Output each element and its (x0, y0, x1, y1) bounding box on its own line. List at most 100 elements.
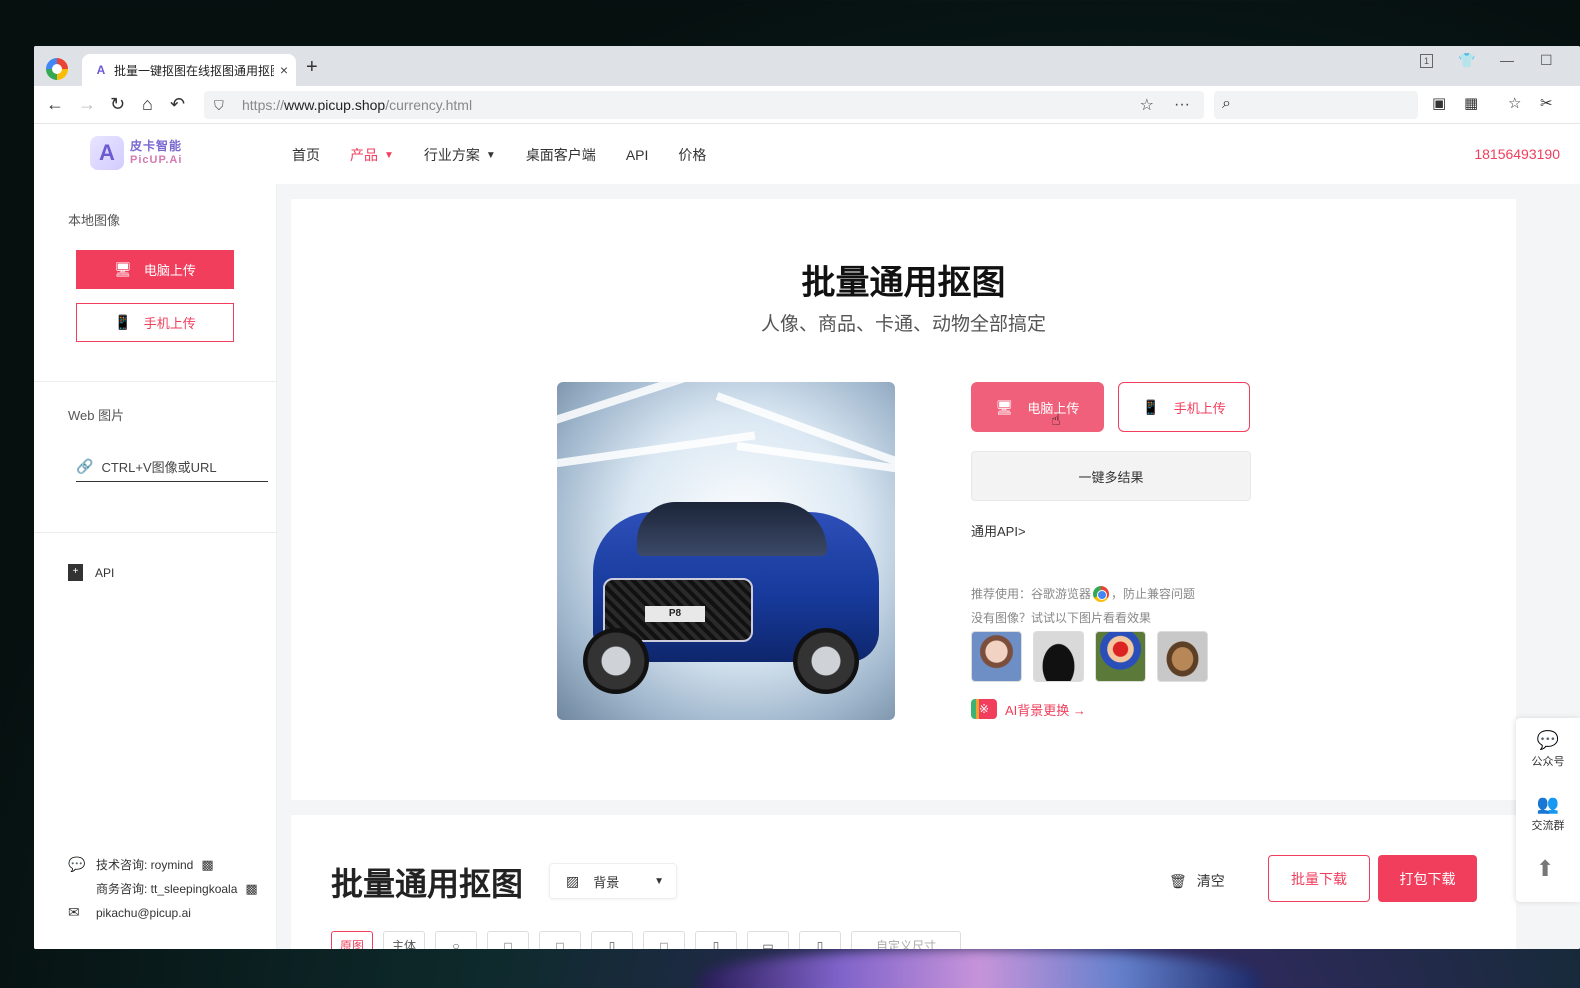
chip-ratio[interactable]: ▯ (695, 931, 737, 949)
chip-ratio[interactable]: □ (643, 931, 685, 949)
chip-ratio[interactable]: ▯ (799, 931, 841, 949)
home-icon[interactable]: ⌂ (142, 94, 153, 114)
browser-toolbar: ← → ↻ ⌂ ↶ ⛉ https:// www.picup.shop /cur… (34, 86, 1580, 124)
caret-down-icon: ▼ (485, 149, 496, 161)
chip-subject[interactable]: 主体 (383, 931, 425, 949)
nav-solutions[interactable]: 行业方案 ▼ (424, 145, 496, 165)
sample-mario-thumbnail[interactable] (1095, 631, 1146, 682)
phone-icon: 📱 (114, 314, 132, 330)
back-icon[interactable]: ← (46, 94, 64, 114)
email-contact: ✉ pikachu@picup.ai (68, 904, 191, 920)
phone-icon: 📱 (1142, 398, 1160, 415)
sidebar-mobile-upload-button[interactable]: 📱 手机上传 (76, 303, 234, 342)
site-logo[interactable]: A 皮卡智能 PicUP.Ai (90, 136, 182, 170)
more-icon[interactable]: ··· (1174, 96, 1190, 114)
sidebar-pc-upload-button[interactable]: 🖥 电脑上传 (76, 250, 234, 289)
browser-tab[interactable]: A 批量一键抠图在线抠图通用抠图 × (82, 54, 296, 86)
chip-original[interactable]: 原图 (331, 931, 373, 949)
url-scheme: https:// (242, 97, 285, 113)
forward-icon[interactable]: → (78, 94, 96, 114)
sample-girl-thumbnail[interactable] (971, 631, 1022, 682)
nav-desktop-client[interactable]: 桌面客户端 (526, 145, 596, 165)
sidebar-api-link[interactable]: + API (68, 564, 114, 581)
chip-circle[interactable]: ○ (435, 931, 477, 949)
new-tab-button[interactable]: + (306, 57, 318, 77)
nav-pricing[interactable]: 价格 (678, 145, 706, 165)
chip-square[interactable]: □ (487, 931, 529, 949)
window-count-badge[interactable]: 1 (1420, 54, 1433, 68)
chip-ratio[interactable]: ▭ (747, 931, 789, 949)
url-path: /currency.html (385, 97, 473, 113)
pack-download-button[interactable]: 打包下载 (1378, 855, 1477, 902)
minimize-icon[interactable]: — (1500, 52, 1514, 68)
nav-products[interactable]: 产品 ▼ (350, 145, 394, 165)
tech-contact: 💬 技术咨询: roymind ▩ (68, 856, 215, 872)
tab-title: 批量一键抠图在线抠图通用抠图 (114, 63, 274, 78)
logo-en: PicUP.Ai (130, 154, 183, 166)
browser-recommendation: 推荐使用：谷歌游览器 ，防止兼容问题 (971, 585, 1196, 602)
shield-icon: ⛉ (214, 98, 224, 113)
qrcode-icon[interactable]: ▩ (201, 857, 215, 872)
back-to-top-icon[interactable]: ⬆ (1536, 856, 1554, 882)
scissors-icon[interactable]: ✂ (1540, 94, 1553, 114)
background-select[interactable]: ▨ 背景 ▼ (549, 863, 677, 899)
batch-download-button[interactable]: 批量下载 (1268, 855, 1370, 902)
bookmark-star-icon[interactable]: ☆ (1140, 95, 1154, 115)
workspace-card: 批量通用抠图 ▨ 背景 ▼ 🗑 清空 批量下载 打包下载 原图 主体 ○ □ □… (291, 815, 1516, 949)
search-box[interactable]: ⌕ (1214, 91, 1418, 119)
multi-result-button[interactable]: 一键多结果 (971, 451, 1251, 501)
mail-icon: ✉ (68, 904, 80, 920)
wechat-official-button[interactable]: 💬 公众号 (1516, 730, 1580, 769)
pc-upload-button[interactable]: 🖥 电脑上传 (971, 382, 1104, 432)
web-image-label: Web 图片 (68, 408, 125, 423)
desktop-wallpaper (700, 948, 1260, 988)
chip-ratio[interactable]: □ (539, 931, 581, 949)
tab-close-icon[interactable]: × (280, 62, 288, 78)
upload-card: 批量通用抠图 人像、商品、卡通、动物全部搞定 P8 🖥 电脑上传 ☝ 📱 手机上… (291, 199, 1516, 800)
qrcode-icon[interactable]: ▩ (245, 881, 259, 896)
wechat-icon: 💬 (1536, 730, 1560, 750)
sample-tshirt-thumbnail[interactable] (1033, 631, 1084, 682)
ai-background-icon: ※ (971, 699, 997, 719)
sidebar-divider (34, 381, 277, 382)
apps-grid-icon[interactable]: ▦ (1464, 94, 1478, 114)
reload-icon[interactable]: ↻ (110, 94, 125, 114)
general-api-link[interactable]: 通用API> (971, 521, 1026, 540)
crop-options: 原图 主体 ○ □ □ ▯ □ ▯ ▭ ▯ 自定义尺寸 (331, 931, 971, 949)
clear-button[interactable]: 🗑 清空 (1169, 871, 1225, 891)
background-pattern-icon: ▨ (566, 872, 580, 889)
monitor-icon: 🖥 (114, 261, 132, 277)
sample-thumbnails (971, 631, 1219, 682)
link-icon: 🔗 (76, 458, 94, 474)
sidebar-divider (34, 532, 277, 533)
nav-api[interactable]: API (626, 145, 649, 165)
address-bar[interactable]: ⛉ https:// www.picup.shop /currency.html… (204, 91, 1204, 119)
browser-window: A 批量一键抠图在线抠图通用抠图 × + 1 👕 — ☐ ← → ↻ ⌂ ↶ ⛉… (34, 46, 1580, 949)
group-button[interactable]: 👥 交流群 (1516, 794, 1580, 833)
ai-background-link[interactable]: ※ AI背景更换 → (971, 699, 1086, 719)
maximize-icon[interactable]: ☐ (1540, 52, 1553, 69)
main-content: 批量通用抠图 人像、商品、卡通、动物全部搞定 P8 🖥 电脑上传 ☝ 📱 手机上… (277, 184, 1580, 949)
bookmark-plus-icon: + (68, 564, 83, 581)
browser-logo-icon[interactable] (46, 58, 68, 80)
undo-close-icon[interactable]: ↶ (170, 94, 185, 114)
chip-custom-size[interactable]: 自定义尺寸 (851, 931, 961, 949)
nav-home[interactable]: 首页 (292, 145, 320, 165)
monitor-icon: 🖥 (995, 398, 1014, 415)
page-subtitle: 人像、商品、卡通、动物全部搞定 (760, 314, 1046, 335)
caret-down-icon: ▼ (654, 875, 664, 887)
reader-icon[interactable]: ▣ (1432, 94, 1446, 114)
skin-icon[interactable]: 👕 (1458, 52, 1475, 69)
logo-mark-icon: A (90, 136, 124, 170)
local-image-label: 本地图像 (68, 213, 121, 228)
mobile-upload-button[interactable]: 📱 手机上传 (1118, 382, 1250, 432)
chip-ratio[interactable]: ▯ (591, 931, 633, 949)
sample-puppy-thumbnail[interactable] (1157, 631, 1208, 682)
car-plate: P8 (645, 606, 705, 622)
contact-phone[interactable]: 18156493190 (1474, 146, 1560, 162)
wechat-icon: 💬 (68, 856, 86, 872)
image-url-input[interactable]: 🔗 CTRL+V图像或URL (76, 452, 268, 482)
page-title: 批量通用抠图 (801, 264, 1006, 302)
search-icon: ⌕ (1222, 95, 1231, 112)
favorites-icon[interactable]: ☆ (1508, 94, 1521, 114)
